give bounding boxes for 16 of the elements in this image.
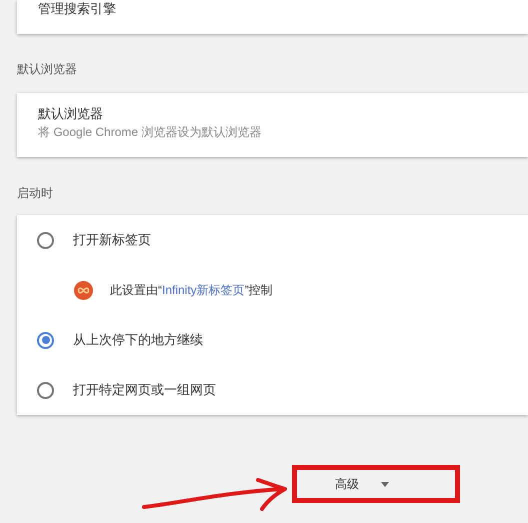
radio-label: 打开特定网页或一组网页 [73, 381, 216, 400]
setting-description: 将 Google Chrome 浏览器设为默认浏览器 [38, 124, 262, 141]
radio-button[interactable] [37, 232, 54, 248]
section-heading: 启动时 [17, 185, 53, 202]
radio-button[interactable] [37, 332, 54, 348]
extension-icon [74, 280, 93, 300]
extension-link[interactable]: Infinity新标签页 [162, 283, 245, 297]
menu-item[interactable]: 管理搜索引擎 [38, 0, 528, 18]
radio-label: 从上次停下的地方继续 [73, 331, 203, 350]
advanced-button[interactable]: 高级 [329, 467, 395, 501]
radio-button[interactable] [37, 382, 54, 398]
radio-label: 打开新标签页 [73, 231, 151, 250]
setting-title: 默认浏览器 [38, 105, 103, 123]
caret-icon [381, 482, 389, 486]
notice-text: 此设置由“Infinity新标签页”控制 [110, 282, 273, 299]
section-heading: 默认浏览器 [17, 61, 77, 78]
